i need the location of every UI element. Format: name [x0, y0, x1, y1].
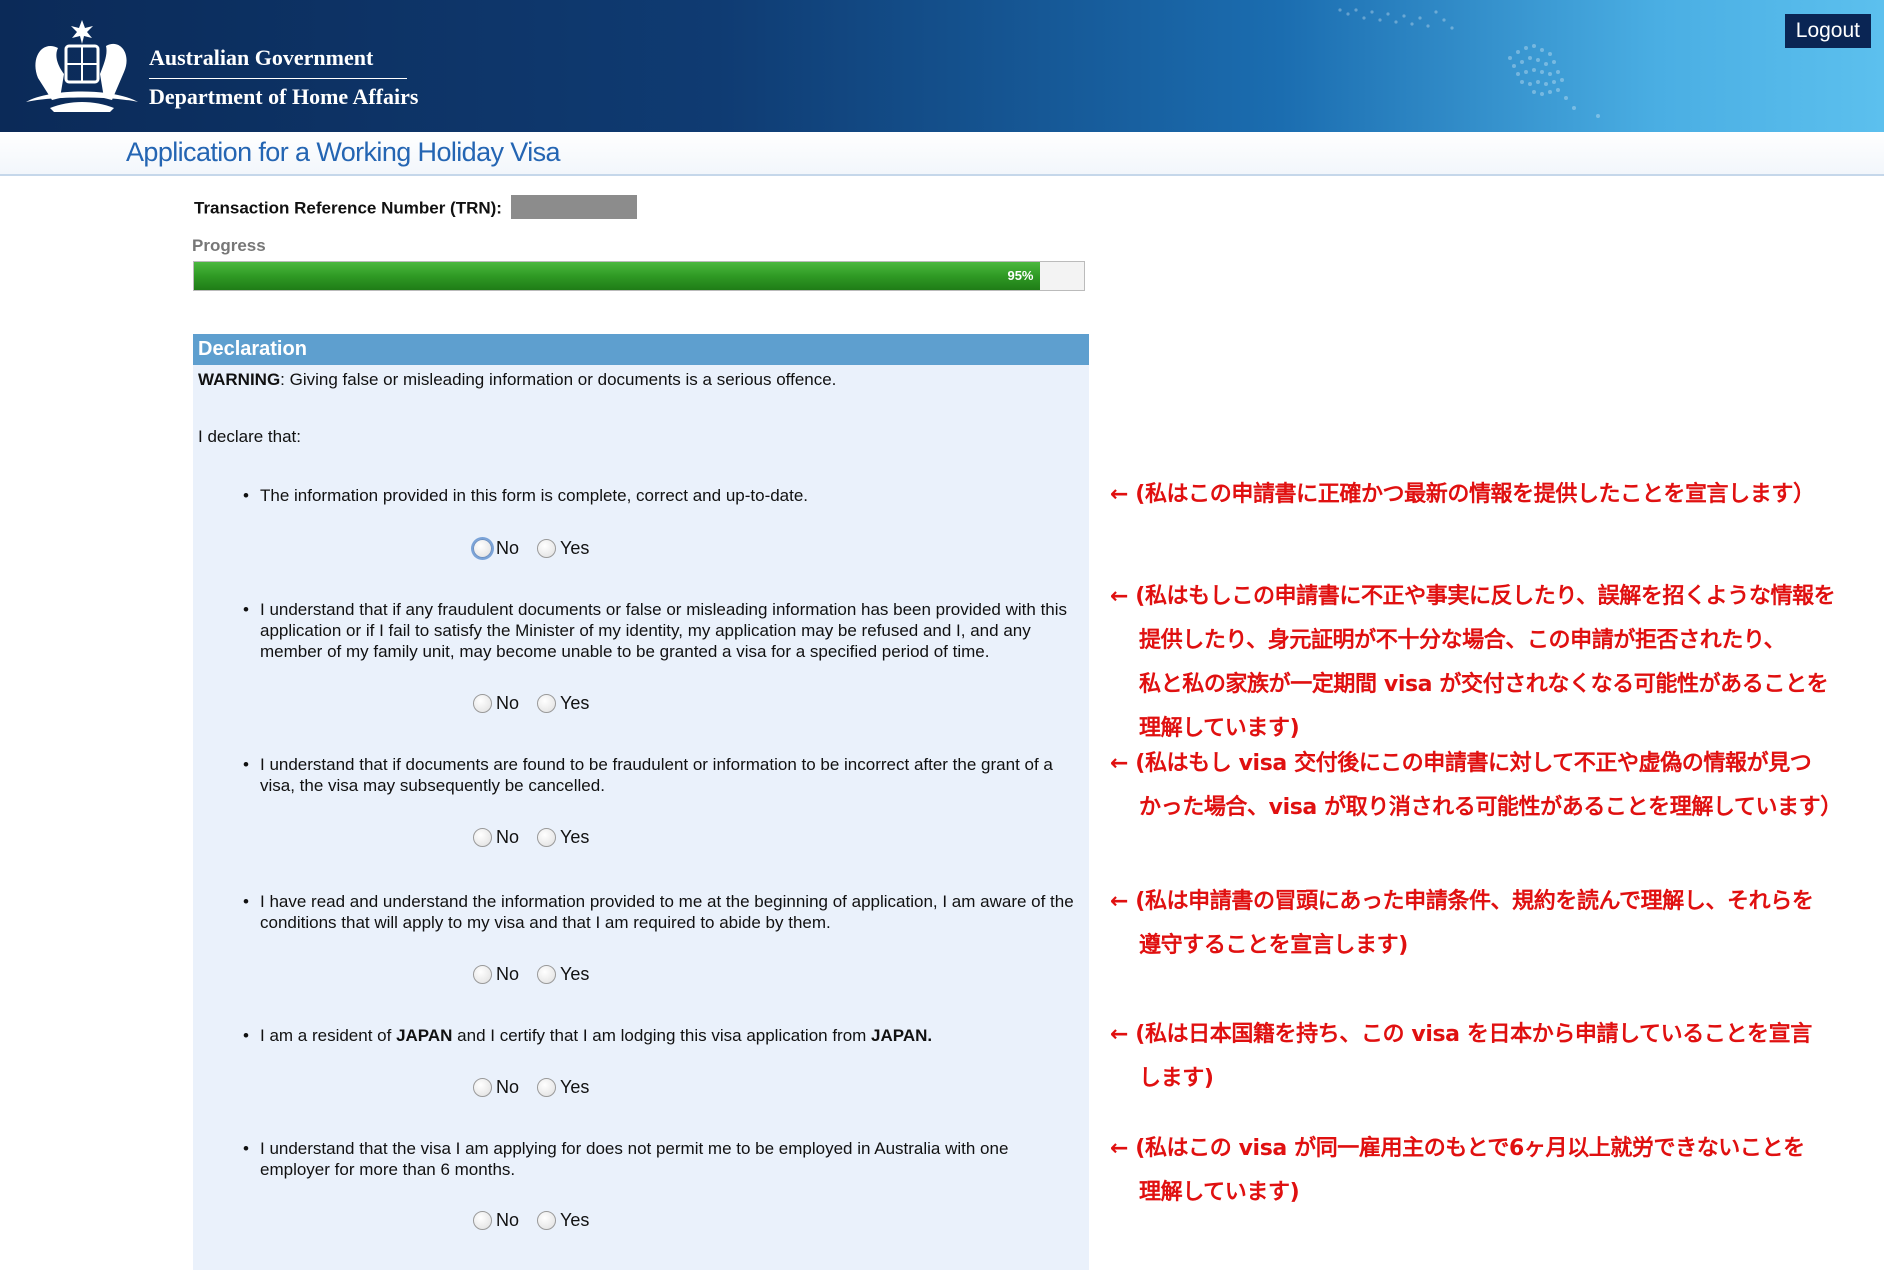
coat-of-arms-icon: [26, 20, 138, 112]
radio-yes-label[interactable]: Yes: [560, 1210, 589, 1231]
radio-no-label[interactable]: No: [496, 538, 519, 559]
radio-yes[interactable]: [537, 694, 557, 713]
radio-yes-label[interactable]: Yes: [560, 827, 589, 848]
department-name: Department of Home Affairs: [149, 84, 419, 109]
radio-no-label[interactable]: No: [496, 693, 519, 714]
top-banner: Australian Government Department of Home…: [0, 0, 1884, 132]
page-title: Application for a Working Holiday Visa: [126, 137, 561, 167]
radio-no[interactable]: [473, 965, 492, 984]
progress-label: Progress: [192, 236, 266, 255]
annotation-note: ← (私はこの申請書に正確かつ最新の情報を提供したことを宣言します）: [1110, 482, 1815, 507]
radio-no-label[interactable]: No: [496, 827, 519, 848]
radio-yes-label[interactable]: Yes: [560, 1077, 589, 1098]
progress-bar: 95%: [193, 261, 1085, 291]
radio-no[interactable]: [473, 828, 492, 847]
declare-intro: I declare that:: [198, 427, 302, 446]
trn-row: Transaction Reference Number (TRN):: [194, 195, 637, 221]
declaration-item-text: I understand that if documents are found…: [260, 755, 1053, 795]
radio-yes[interactable]: [537, 539, 557, 558]
warning-message: : Giving false or misleading information…: [280, 370, 837, 389]
logout-button[interactable]: Logout: [1784, 14, 1871, 48]
declaration-item-text: I understand that if any fraudulent docu…: [260, 600, 1068, 661]
radio-no[interactable]: [473, 539, 492, 558]
radio-no-label[interactable]: No: [496, 1077, 519, 1098]
declaration-item-radio-group: No Yes: [473, 964, 607, 985]
country-name: JAPAN: [396, 1026, 453, 1045]
trn-redacted-value: [510, 195, 637, 219]
declaration-panel: Declaration WARNING: Giving false or mis…: [193, 334, 1089, 1270]
annotation-note: ← (私は申請書の冒頭にあった申請条件、規約を読んで理解し、それらを 遵守するこ…: [1110, 889, 1814, 958]
radio-yes[interactable]: [537, 1211, 557, 1230]
radio-yes-label[interactable]: Yes: [560, 693, 589, 714]
declaration-item-radio-group: No Yes: [473, 1210, 607, 1231]
radio-no[interactable]: [473, 694, 492, 713]
annotation-note: ← (私は日本国籍を持ち、この visa を日本から申請していることを宣言 しま…: [1110, 1022, 1812, 1091]
declaration-item-text: The information provided in this form is…: [260, 486, 809, 505]
radio-yes-label[interactable]: Yes: [560, 538, 589, 559]
radio-no[interactable]: [473, 1078, 492, 1097]
declaration-item-radio-group: No Yes: [473, 1077, 607, 1098]
government-branding: Australian Government Department of Home…: [149, 44, 418, 111]
radio-yes[interactable]: [537, 1078, 557, 1097]
declaration-header: Declaration: [193, 334, 1089, 365]
radio-no-label[interactable]: No: [496, 1210, 519, 1231]
declaration-item-radio-group: No Yes: [473, 693, 607, 714]
declaration-item-text: I have read and understand the informati…: [260, 892, 1074, 932]
declaration-item-text: I am a resident of JAPAN and I certify t…: [260, 1026, 933, 1045]
annotation-note: ← (私はもしこの申請書に不正や事実に反したり、誤解を招くような情報を 提供した…: [1110, 584, 1836, 741]
government-name: Australian Government: [149, 44, 407, 79]
declaration-item-text: I understand that the visa I am applying…: [260, 1139, 1009, 1179]
radio-yes[interactable]: [537, 965, 557, 984]
progress-percent: 95%: [1007, 268, 1034, 283]
annotation-note: ← (私はもし visa 交付後にこの申請書に対して不正や虚偽の情報が見つ かっ…: [1110, 751, 1842, 820]
warning-text: WARNING: Giving false or misleading info…: [198, 370, 836, 390]
radio-yes[interactable]: [537, 828, 557, 847]
trn-label: Transaction Reference Number (TRN):: [194, 198, 502, 218]
annotation-note: ← (私はこの visa が同一雇用主のもとで6ヶ月以上就労できないことを 理解…: [1110, 1136, 1805, 1205]
radio-no[interactable]: [473, 1211, 492, 1230]
page-title-bar: Application for a Working Holiday Visa: [0, 132, 1884, 176]
declaration-item-radio-group: No Yes: [473, 538, 607, 559]
warning-label: WARNING: [198, 370, 281, 389]
declaration-item-radio-group: No Yes: [473, 827, 607, 848]
world-map-graphic: [1338, 8, 1600, 118]
country-name: JAPAN.: [871, 1026, 933, 1045]
radio-yes-label[interactable]: Yes: [560, 964, 589, 985]
radio-no-label[interactable]: No: [496, 964, 519, 985]
progress-fill: 95%: [194, 262, 1040, 290]
